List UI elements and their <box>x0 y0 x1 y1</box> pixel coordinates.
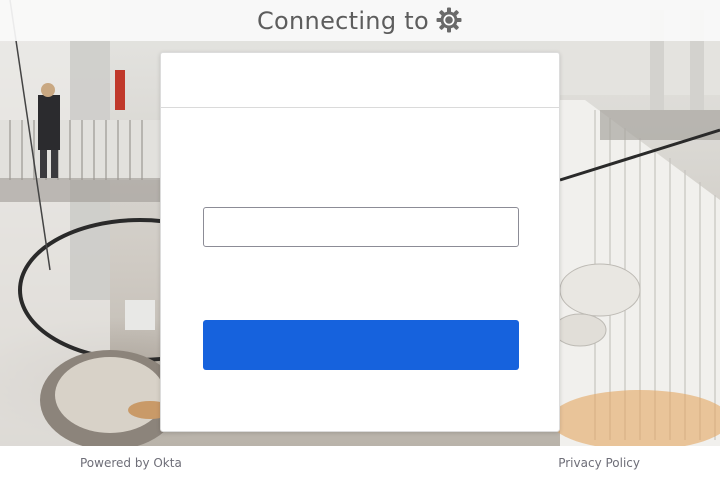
submit-button[interactable] <box>203 320 519 370</box>
top-header: Connecting to <box>0 0 720 41</box>
page-title: Connecting to <box>257 6 429 35</box>
gear-icon <box>435 6 463 34</box>
powered-by-link[interactable]: Powered by Okta <box>80 456 182 470</box>
footer: Powered by Okta Privacy Policy <box>0 446 720 480</box>
sign-in-card <box>160 52 560 432</box>
username-input[interactable] <box>203 207 519 247</box>
privacy-policy-link[interactable]: Privacy Policy <box>558 456 640 470</box>
card-header <box>161 53 559 108</box>
